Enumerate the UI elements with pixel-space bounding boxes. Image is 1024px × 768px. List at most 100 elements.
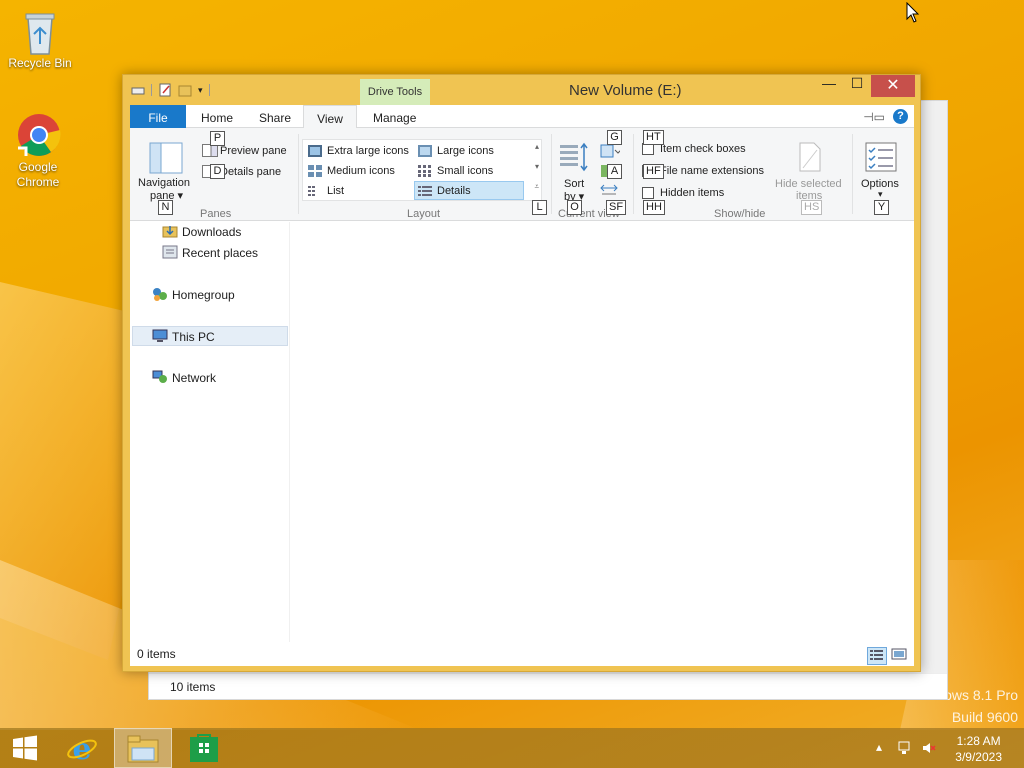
hide-selected-items-button[interactable]: Hide selected items <box>772 140 848 202</box>
layout-scroll-down-icon[interactable]: ▾ <box>535 162 539 171</box>
keytip-hidden-items: HH <box>643 200 665 215</box>
tab-file[interactable]: File <box>130 105 186 128</box>
size-columns-icon[interactable] <box>600 184 618 199</box>
list-icon <box>308 186 315 196</box>
navigation-pane-icon <box>149 142 183 174</box>
quick-access-toolbar: ▾ <box>131 83 210 97</box>
store-icon <box>190 734 218 762</box>
recycle-bin-icon <box>18 8 62 55</box>
hide-selected-items-icon <box>799 142 821 172</box>
layout-medium-icons[interactable]: Medium icons <box>305 162 413 181</box>
hidden-items-checkbox[interactable] <box>642 187 654 199</box>
tab-manage[interactable]: Manage <box>373 105 416 128</box>
nav-item-this-pc[interactable]: This PC <box>132 326 288 346</box>
properties-icon[interactable] <box>158 83 172 97</box>
nav-item-homegroup[interactable]: Homegroup <box>153 285 282 305</box>
show-hidden-icons-icon[interactable]: ▴ <box>876 740 882 754</box>
layout-gallery: Extra large icons Large icons Medium ico… <box>302 139 542 201</box>
small-icons-icon <box>418 165 431 177</box>
windows-watermark: ows 8.1 Pro Build 9600 <box>944 687 1018 725</box>
layout-extra-large-icons[interactable]: Extra large icons <box>305 142 413 161</box>
keytip-group-by: G <box>607 130 622 145</box>
nav-item-recent-places[interactable]: Recent places <box>162 243 282 263</box>
tab-view[interactable]: View <box>303 105 357 129</box>
medium-icons-icon <box>308 165 322 177</box>
network-icon <box>152 370 167 383</box>
customize-qat-chevron-icon[interactable]: ▾ <box>198 85 203 96</box>
ribbon-separator <box>298 134 299 214</box>
recent-places-icon <box>162 245 178 259</box>
internet-explorer-icon: e <box>67 732 97 765</box>
layout-scroll-up-icon[interactable]: ▴ <box>535 142 539 151</box>
layout-group-label: Layout <box>407 208 441 220</box>
desktop-icon-recycle-bin[interactable]: Recycle Bin <box>2 8 78 71</box>
this-pc-icon <box>152 329 168 342</box>
help-icon[interactable]: ? <box>893 109 908 124</box>
desktop-icon-chrome[interactable]: Google Chrome <box>0 112 76 190</box>
ribbon-separator <box>633 134 634 214</box>
status-bar: 0 items <box>130 642 914 666</box>
options-icon <box>865 142 897 172</box>
large-icons-view-button[interactable] <box>890 647 910 665</box>
large-icons-view-icon <box>891 648 907 660</box>
ribbon-separator <box>852 134 853 214</box>
nav-item-downloads[interactable]: Downloads <box>162 222 282 242</box>
details-view-button[interactable] <box>867 647 887 665</box>
homegroup-icon <box>153 288 167 301</box>
maximize-button[interactable]: ☐ <box>843 75 871 97</box>
system-clock[interactable]: 1:28 AM 3/9/2023 <box>955 733 1002 765</box>
ribbon-tabs: File Home Share View Manage ⊣▭ ? <box>130 105 914 129</box>
new-folder-icon[interactable] <box>178 83 192 97</box>
options-button[interactable]: Options ▾ <box>857 140 907 200</box>
pin-ribbon-icon[interactable]: ⊣▭ <box>863 110 885 124</box>
start-button[interactable] <box>0 728 58 768</box>
title-bar[interactable]: ▾ Drive Tools New Volume (E:) — ☐ ✕ <box>123 75 920 105</box>
keytip-navigation-pane: N <box>158 200 173 215</box>
panes-group-label: Panes <box>200 208 232 220</box>
keytip-preview-pane: P <box>210 131 225 146</box>
downloads-folder-icon <box>162 226 178 238</box>
sort-by-icon <box>560 142 588 172</box>
drive-tools-context-tab: Drive Tools <box>360 79 430 105</box>
keytip-item-check-boxes: HT <box>643 130 664 145</box>
network-tray-icon[interactable] <box>898 740 914 759</box>
layout-details[interactable]: Details <box>414 181 524 200</box>
show-hide-group-label: Show/hide <box>714 208 766 220</box>
group-by-icon[interactable] <box>600 144 622 161</box>
taskbar-store[interactable] <box>175 728 233 768</box>
keytip-size-columns: SF <box>606 200 627 215</box>
tab-share[interactable]: Share <box>259 105 291 128</box>
minimize-button[interactable]: — <box>815 75 843 97</box>
close-button[interactable]: ✕ <box>871 75 915 97</box>
extra-large-icons-icon <box>308 145 322 157</box>
tab-home[interactable]: Home <box>201 105 233 128</box>
chrome-icon <box>16 112 61 156</box>
navigation-pane: Downloads Recent places Homegroup This P… <box>130 222 290 642</box>
keytip-file-name-extensions: HF <box>643 164 664 179</box>
layout-small-icons[interactable]: Small icons <box>415 162 523 181</box>
layout-large-icons[interactable]: Large icons <box>415 142 523 161</box>
keytip-layout: L <box>532 200 547 215</box>
navigation-pane-button[interactable]: Navigation pane ▾ <box>136 138 198 202</box>
volume-muted-icon[interactable] <box>921 740 937 759</box>
large-icons-icon <box>418 145 432 157</box>
ribbon-separator <box>551 134 552 214</box>
details-view-icon <box>870 650 883 660</box>
taskbar: e ▴ 1:28 AM 3/9/2023 <box>0 728 1024 768</box>
explorer-window[interactable]: ▾ Drive Tools New Volume (E:) — ☐ ✕ File… <box>122 74 921 672</box>
mouse-cursor-icon <box>906 1 920 27</box>
taskbar-internet-explorer[interactable]: e <box>53 728 111 768</box>
background-status-bar: 10 items <box>149 673 947 699</box>
keytip-options: Y <box>874 200 889 215</box>
taskbar-file-explorer[interactable] <box>114 728 172 768</box>
details-icon <box>418 186 432 196</box>
window-title: New Volume (E:) <box>569 82 682 99</box>
layout-list[interactable]: List <box>305 182 413 201</box>
drive-icon <box>131 87 145 95</box>
ribbon: Navigation pane ▾ Preview pane Details p… <box>130 128 914 221</box>
layout-expand-icon[interactable]: ⩡ <box>534 182 539 192</box>
item-count: 0 items <box>137 647 176 661</box>
nav-item-network[interactable]: Network <box>152 368 282 388</box>
file-list-area[interactable] <box>291 222 914 642</box>
sort-by-button[interactable]: Sort by ▾ <box>558 140 594 203</box>
